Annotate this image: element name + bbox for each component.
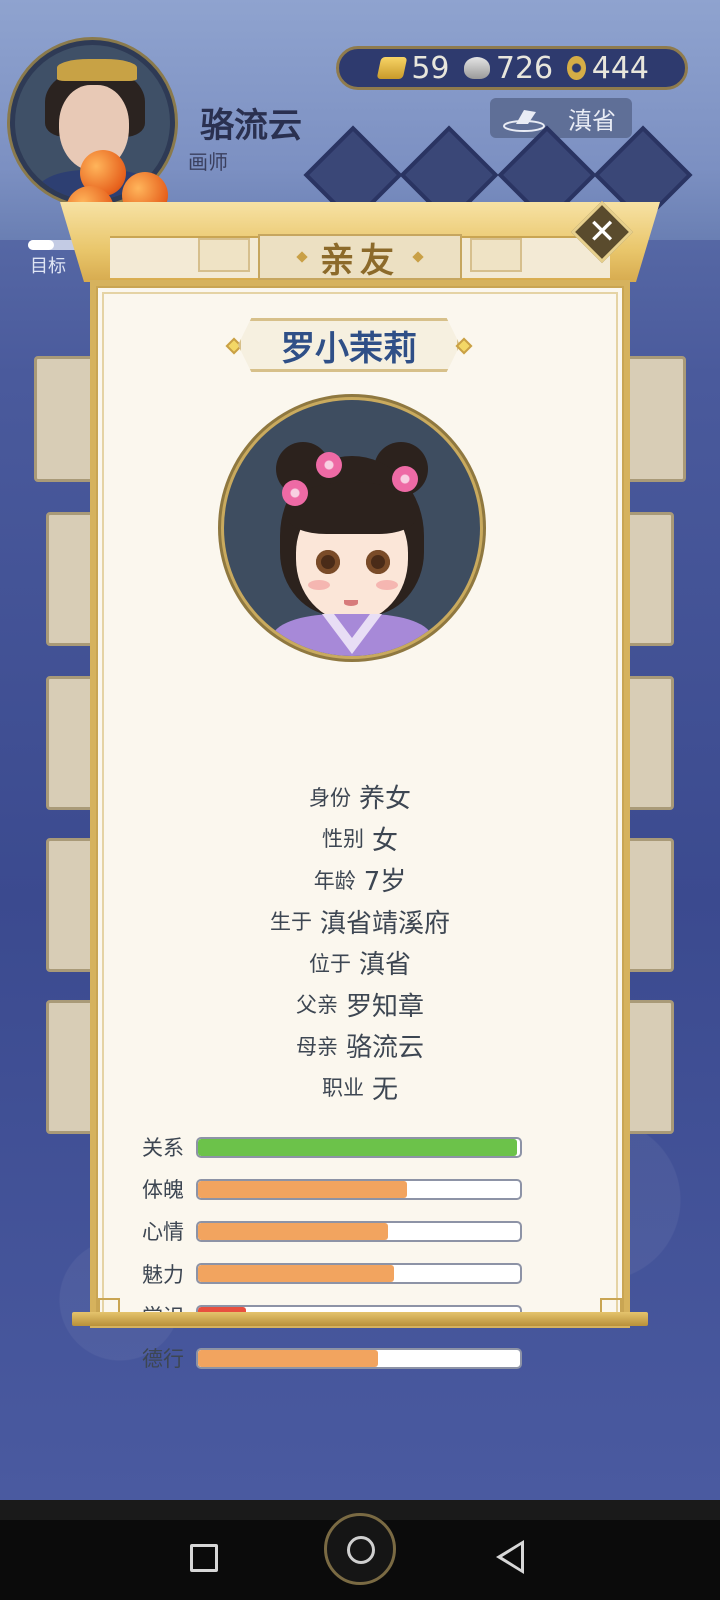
location-button[interactable]: 滇省 <box>490 98 632 138</box>
info-row-age: 年龄 7岁 <box>313 867 407 898</box>
home-icon <box>347 1536 375 1564</box>
header-decoration-left <box>198 238 250 272</box>
dialog-paper: 罗小茉莉 身份 养女 性别 女 年龄 7岁 生于 滇省靖溪府 位于 滇省 父亲 … <box>96 286 624 1371</box>
silver-ingot-icon <box>463 57 490 79</box>
stat-row-mood: 心情 <box>142 1210 532 1252</box>
coin-amount: 444 <box>591 50 649 86</box>
back-icon[interactable] <box>496 1540 524 1574</box>
relatives-dialog: 亲友 ✕ 罗小茉莉 身份 养女 性别 女 年龄 7岁 生于 滇省靖溪府 位于 滇… <box>60 190 660 1371</box>
location-pin-icon <box>503 110 545 132</box>
stat-bar <box>196 1178 522 1200</box>
header-decoration-right <box>470 238 522 272</box>
stat-row-relationship: 关系 <box>142 1126 532 1168</box>
gold-ingot-icon <box>376 57 408 79</box>
info-row-occupation: 职业 无 <box>321 1074 398 1105</box>
info-row-birthplace: 生于 滇省靖溪府 <box>269 908 450 939</box>
gold-amount: 59 <box>411 50 450 86</box>
stat-row-virtue: 德行 <box>142 1337 532 1379</box>
dialog-title: 亲友 <box>320 240 400 281</box>
stat-bar <box>196 1220 522 1242</box>
currency-bar: 59 726 444 <box>336 46 688 90</box>
info-row-identity: 身份 养女 <box>308 784 411 815</box>
stat-row-physique: 体魄 <box>142 1168 532 1210</box>
copper-coin-icon <box>567 56 586 80</box>
info-row-mother: 母亲 骆流云 <box>295 1033 424 1064</box>
person-name: 罗小茉莉 <box>281 328 417 369</box>
home-button[interactable] <box>324 1513 396 1585</box>
stat-bar <box>196 1263 522 1285</box>
location-label: 滇省 <box>568 106 616 135</box>
name-gem-right-icon <box>455 337 473 355</box>
recent-apps-icon[interactable] <box>190 1544 218 1572</box>
scroll-bottom-rod <box>72 1312 648 1326</box>
stat-bar <box>196 1136 522 1158</box>
info-row-location: 位于 滇省 <box>308 950 411 981</box>
person-portrait <box>224 400 480 656</box>
stat-bar <box>196 1347 522 1369</box>
person-info-list: 身份 养女 性别 女 年龄 7岁 生于 滇省靖溪府 位于 滇省 父亲 罗知章 母… <box>98 776 622 1108</box>
player-name: 骆流云 <box>200 106 302 146</box>
stat-bars: 关系 体魄 心情 魅力 学识 <box>142 1126 532 1379</box>
info-row-gender: 性别 女 <box>321 825 398 856</box>
close-icon: ✕ <box>587 212 617 252</box>
info-row-father: 父亲 罗知章 <box>295 991 424 1022</box>
player-title: 画师 <box>188 150 228 174</box>
dialog-title-plate: 亲友 <box>258 234 462 281</box>
silver-amount: 726 <box>495 50 554 86</box>
person-name-plate: 罗小茉莉 <box>238 318 460 372</box>
dialog-scroll: 罗小茉莉 身份 养女 性别 女 年龄 7岁 生于 滇省靖溪府 位于 滇省 父亲 … <box>90 280 630 1371</box>
stat-row-charm: 魅力 <box>142 1253 532 1295</box>
